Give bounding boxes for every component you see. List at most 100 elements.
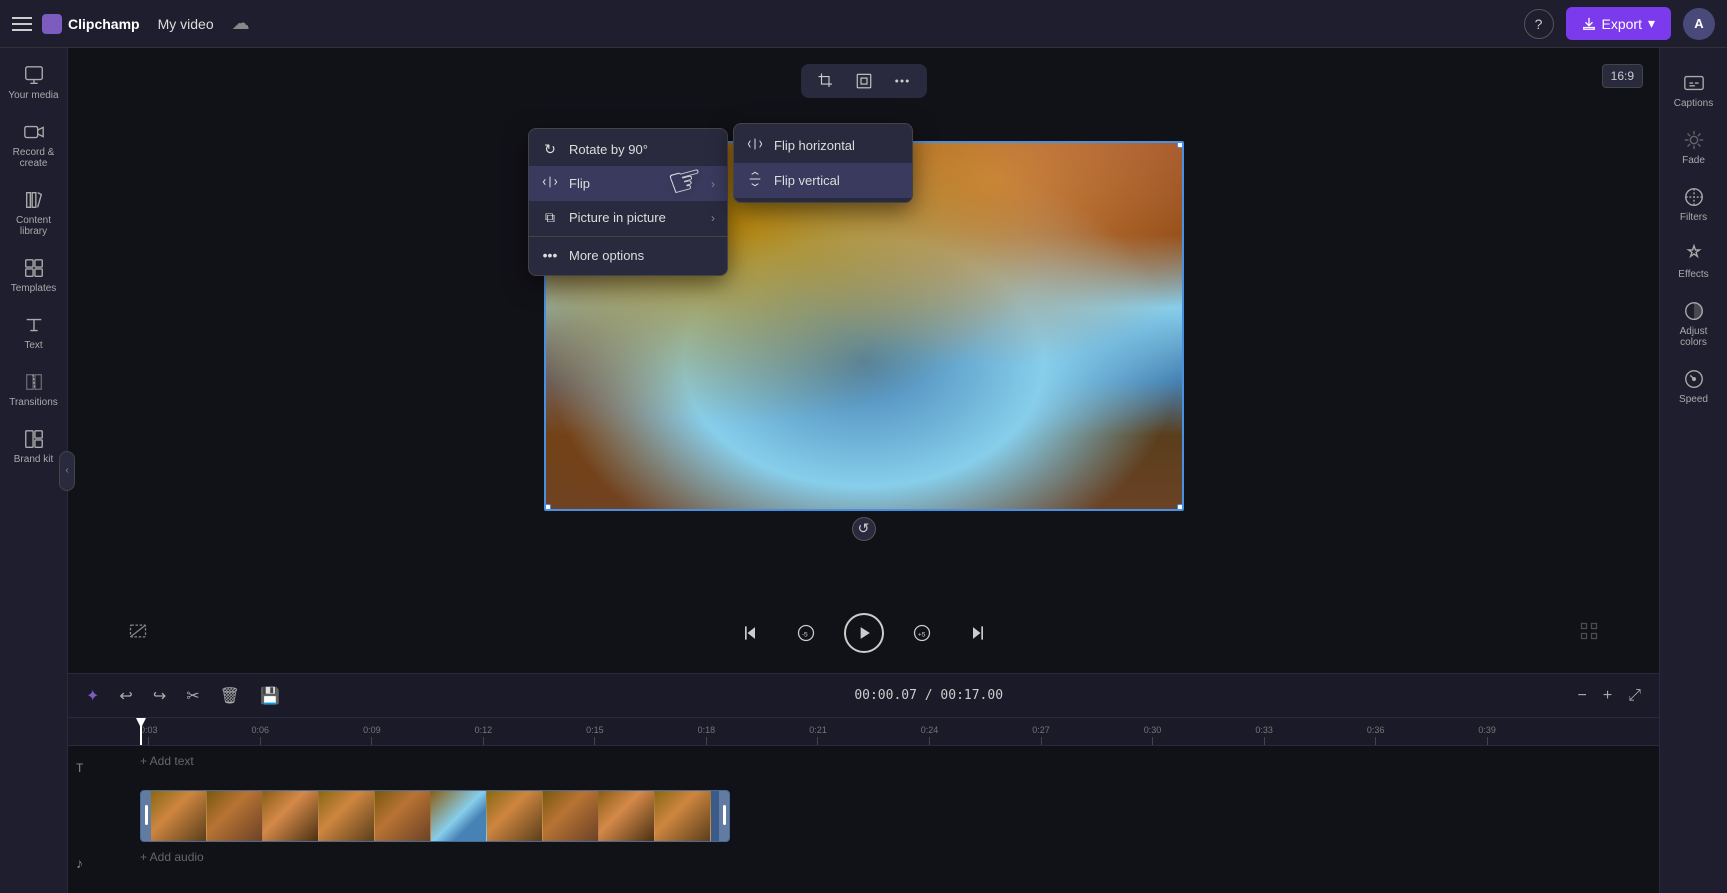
flip-horizontal-icon bbox=[746, 136, 764, 155]
hamburger-menu-button[interactable] bbox=[12, 17, 32, 31]
effects-label: Effects bbox=[1678, 269, 1708, 280]
text-track-label: T bbox=[76, 761, 140, 775]
transitions-icon bbox=[23, 371, 45, 393]
rotate-handle[interactable]: ↺ bbox=[852, 517, 876, 541]
skip-to-end-button[interactable] bbox=[960, 615, 996, 651]
export-label: Export bbox=[1602, 16, 1642, 32]
flip-vertical-label: Flip vertical bbox=[774, 173, 840, 188]
fit-timeline-button[interactable]: ⤢ bbox=[1622, 683, 1647, 709]
cloud-sync-icon: ☁ bbox=[232, 13, 250, 34]
add-audio-button[interactable]: + Add audio bbox=[140, 850, 1651, 864]
sidebar-label-your-media: Your media bbox=[8, 90, 58, 101]
more-options-button[interactable] bbox=[885, 68, 919, 94]
templates-icon bbox=[23, 257, 45, 279]
redo-button[interactable]: ↪ bbox=[147, 682, 172, 710]
sidebar-item-your-media[interactable]: Your media bbox=[3, 56, 65, 109]
time-separator: / bbox=[925, 688, 941, 703]
fade-icon bbox=[1683, 129, 1705, 151]
text-icon bbox=[23, 314, 45, 336]
sidebar-label-content-library: Content library bbox=[7, 215, 61, 237]
topbar-left: Clipchamp My video ☁ bbox=[12, 12, 250, 36]
context-menu-pip[interactable]: ⧉ Picture in picture › bbox=[529, 201, 727, 234]
right-sidebar-item-speed[interactable]: Speed bbox=[1663, 360, 1725, 413]
right-sidebar-item-filters[interactable]: Filters bbox=[1663, 178, 1725, 231]
sidebar-item-brand-kit[interactable]: Brand kit bbox=[3, 420, 65, 473]
magic-tool-button[interactable]: ✦ bbox=[80, 682, 105, 710]
sidebar-item-record-create[interactable]: Record & create bbox=[3, 113, 65, 177]
media-icon bbox=[23, 64, 45, 86]
right-sidebar-item-fade[interactable]: Fade bbox=[1663, 121, 1725, 174]
flip-vertical-item[interactable]: Flip vertical bbox=[734, 163, 912, 198]
zoom-in-button[interactable]: + bbox=[1597, 683, 1618, 709]
sidebar-item-templates[interactable]: Templates bbox=[3, 249, 65, 302]
fit-button[interactable] bbox=[847, 68, 881, 94]
project-name[interactable]: My video bbox=[150, 12, 222, 36]
speed-icon bbox=[1683, 368, 1705, 390]
app-logo: Clipchamp bbox=[42, 14, 140, 34]
sidebar-item-text[interactable]: Text bbox=[3, 306, 65, 359]
fullscreen-button[interactable] bbox=[1579, 621, 1599, 646]
clip-frame-2 bbox=[207, 791, 263, 841]
context-menu-flip[interactable]: Flip › bbox=[529, 166, 727, 201]
ruler-mark-4: 0:15 bbox=[586, 725, 604, 745]
ruler-mark-12: 0:39 bbox=[1478, 725, 1496, 745]
ruler-mark-8: 0:27 bbox=[1032, 725, 1050, 745]
right-sidebar-item-adjust-colors[interactable]: Adjust colors bbox=[1663, 292, 1725, 356]
ruler-mark-2: 0:09 bbox=[363, 725, 381, 745]
audio-track-label: ♪ bbox=[76, 855, 140, 873]
sidebar-collapse-handle[interactable]: ‹ bbox=[59, 451, 75, 491]
zoom-out-button[interactable]: − bbox=[1572, 683, 1593, 709]
undo-button[interactable]: ↩ bbox=[113, 682, 138, 710]
clip-frame-6 bbox=[431, 791, 487, 841]
timeline-time: 00:00.07 / 00:17.00 bbox=[854, 688, 1003, 703]
flip-submenu: Flip horizontal Flip vertical bbox=[733, 123, 913, 203]
playhead[interactable] bbox=[140, 718, 142, 745]
flip-icon bbox=[541, 174, 559, 193]
sidebar-item-content-library[interactable]: Content library bbox=[3, 181, 65, 245]
sidebar-item-transitions[interactable]: Transitions bbox=[3, 363, 65, 416]
resize-handle-bottom-left[interactable] bbox=[544, 504, 551, 511]
play-pause-button[interactable] bbox=[844, 613, 884, 653]
add-text-button[interactable]: + Add text bbox=[140, 754, 1651, 768]
video-toolbar bbox=[801, 64, 927, 98]
right-sidebar-item-effects[interactable]: Effects bbox=[1663, 235, 1725, 288]
ruler-mark-10: 0:33 bbox=[1255, 725, 1273, 745]
context-menu-rotate[interactable]: ↻ Rotate by 90° bbox=[529, 133, 727, 166]
crop-button[interactable] bbox=[809, 68, 843, 94]
right-sidebar-item-captions[interactable]: Captions bbox=[1663, 64, 1725, 117]
sidebar-label-templates: Templates bbox=[11, 283, 57, 294]
resize-handle-top-right[interactable] bbox=[1177, 141, 1184, 148]
clip-right-handle[interactable] bbox=[719, 791, 729, 841]
fade-label: Fade bbox=[1682, 155, 1705, 166]
clip-frame-10 bbox=[655, 791, 711, 841]
clip-frame-5 bbox=[375, 791, 431, 841]
context-menu-more-options[interactable]: ••• More options bbox=[529, 239, 727, 271]
rewind-button[interactable]: -5 bbox=[788, 615, 824, 651]
hide-video-button[interactable] bbox=[128, 621, 148, 646]
video-clip[interactable] bbox=[140, 790, 730, 842]
clip-left-handle[interactable] bbox=[141, 791, 151, 841]
timeline-area: ✦ ↩ ↪ ✂ 🗑 💾 00:00.07 / 00:17.00 − + ⤢ bbox=[68, 673, 1659, 893]
export-button[interactable]: Export ▾ bbox=[1566, 7, 1672, 40]
library-icon bbox=[23, 189, 45, 211]
flip-arrow-icon: › bbox=[711, 177, 715, 191]
captions-icon bbox=[1683, 72, 1705, 94]
left-sidebar: Your media Record & create Content libra… bbox=[0, 48, 68, 893]
ruler-mark-0: 0:03 bbox=[140, 725, 158, 745]
delete-button[interactable]: 🗑 bbox=[214, 682, 246, 710]
timeline-zoom-controls: − + ⤢ bbox=[1572, 683, 1648, 709]
help-button[interactable]: ? bbox=[1524, 9, 1554, 39]
cut-button[interactable]: ✂ bbox=[180, 682, 205, 710]
resize-handle-bottom-right[interactable] bbox=[1177, 504, 1184, 511]
skip-to-start-button[interactable] bbox=[732, 615, 768, 651]
export-chevron-icon: ▾ bbox=[1648, 15, 1655, 32]
forward-button[interactable]: +5 bbox=[904, 615, 940, 651]
flip-horizontal-item[interactable]: Flip horizontal bbox=[734, 128, 912, 163]
clip-frame-3 bbox=[263, 791, 319, 841]
avatar[interactable]: A bbox=[1683, 8, 1715, 40]
add-audio-label: + Add audio bbox=[140, 850, 204, 864]
save-button[interactable]: 💾 bbox=[254, 682, 286, 710]
adjust-colors-icon bbox=[1683, 300, 1705, 322]
text-track-icon: T bbox=[76, 761, 83, 775]
rotate-icon: ↻ bbox=[541, 141, 559, 158]
